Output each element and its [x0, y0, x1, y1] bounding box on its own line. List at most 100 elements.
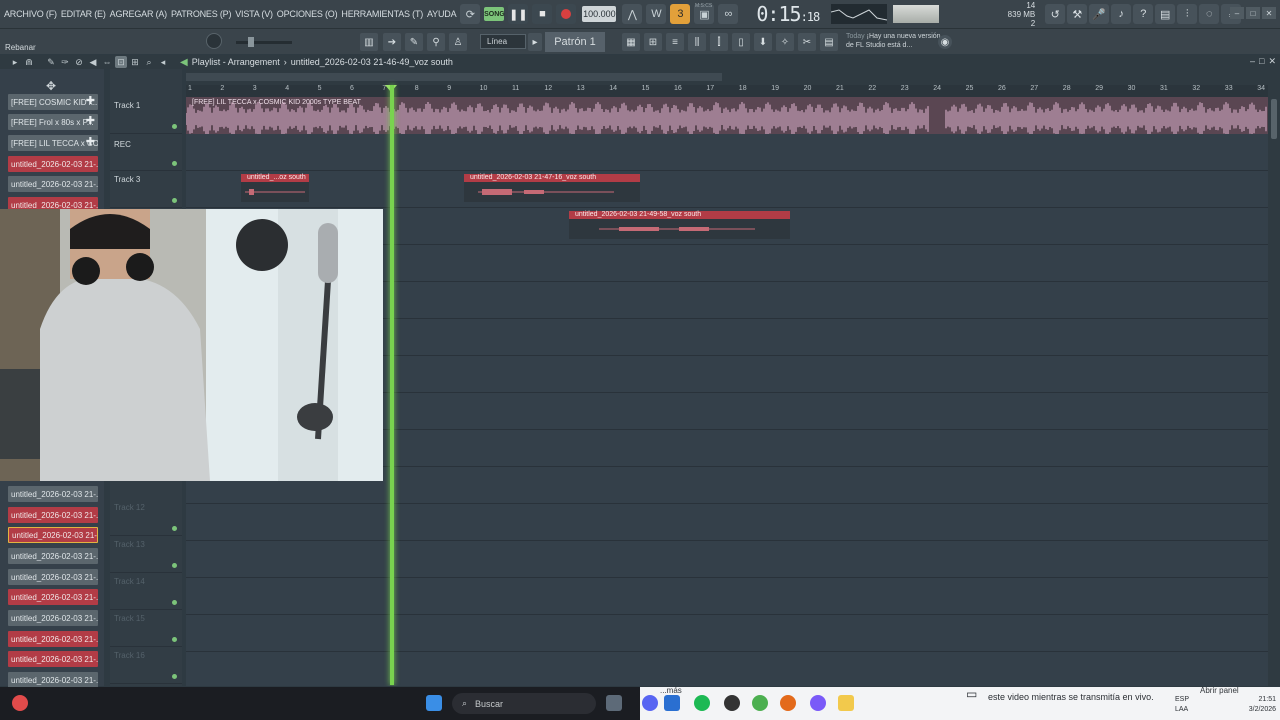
- track-lane[interactable]: [186, 578, 1268, 615]
- loop-icon[interactable]: ⟳: [460, 4, 481, 24]
- piano-icon[interactable]: ▥: [360, 33, 378, 51]
- file-icon[interactable]: ▯: [732, 33, 750, 51]
- picker-clip-1[interactable]: [FREE] Frol x 80s x P... ✚: [8, 114, 98, 130]
- store-icon[interactable]: [664, 695, 680, 711]
- taskbar-clock[interactable]: 21:51 3/2/2026: [1249, 695, 1276, 715]
- fl-studio-icon[interactable]: [724, 695, 740, 711]
- zoom-tool-icon[interactable]: ⌕: [143, 56, 155, 68]
- menu-editar[interactable]: EDITAR (E): [59, 9, 108, 19]
- windows-start-icon[interactable]: [426, 695, 442, 711]
- metronome-icon[interactable]: ⋀: [622, 4, 643, 24]
- time-display[interactable]: 0:15:18: [756, 2, 820, 26]
- link-icon[interactable]: ⚲: [427, 33, 445, 51]
- picker-clip-12[interactable]: untitled_2026-02-03 21-...: [8, 610, 98, 626]
- playback-tool-icon[interactable]: ◂: [157, 56, 169, 68]
- vocal-clip-2[interactable]: untitled_2026-02-03 21-47-16_voz south: [464, 174, 640, 202]
- track-enable-dot[interactable]: [172, 637, 177, 642]
- playlist-menu-icon[interactable]: ▸: [9, 56, 21, 68]
- plugin-picker-icon[interactable]: ⬇: [754, 33, 772, 51]
- vertical-scrollbar[interactable]: [1268, 69, 1280, 686]
- playlist-maximize-button[interactable]: □: [1259, 56, 1264, 67]
- open-panel-label[interactable]: Abrir panel: [1200, 686, 1239, 695]
- taskbar-search[interactable]: ⌕ Buscar: [452, 693, 596, 714]
- arrow-right-icon[interactable]: ➔: [383, 33, 401, 51]
- slip-tool-icon[interactable]: ⇔: [101, 56, 113, 68]
- picker-clip-10[interactable]: untitled_2026-02-03 21-...: [8, 569, 98, 585]
- picker-clip-0[interactable]: [FREE] COSMIC KID x... ✚: [8, 94, 98, 110]
- track-header-5[interactable]: Track 14: [110, 573, 182, 610]
- playlist-minimize-button[interactable]: –: [1250, 56, 1255, 67]
- picker-clip-11[interactable]: untitled_2026-02-03 21-...: [8, 589, 98, 605]
- pencil-icon[interactable]: ✎: [405, 33, 423, 51]
- folder-icon[interactable]: [838, 695, 854, 711]
- playhead[interactable]: [390, 85, 394, 685]
- slice-tool-icon[interactable]: ⊡: [115, 56, 127, 68]
- wait-icon[interactable]: W: [646, 4, 667, 24]
- task-view-icon[interactable]: [606, 695, 622, 711]
- picker-clip-2[interactable]: [FREE] LIL TECCA x CO... ✚: [8, 135, 98, 151]
- tempo-display[interactable]: 100.000: [582, 6, 617, 22]
- add-clip-icon[interactable]: ✚: [86, 114, 95, 127]
- track-lane[interactable]: [186, 171, 1268, 208]
- picker-clip-13[interactable]: untitled_2026-02-03 21-...: [8, 631, 98, 647]
- picker-clip-3[interactable]: untitled_2026-02-03 21-...: [8, 156, 98, 172]
- scrollbar-thumb[interactable]: [1271, 99, 1277, 139]
- weather-icon[interactable]: [12, 695, 28, 711]
- select-tool-icon[interactable]: ⊞: [129, 56, 141, 68]
- master-volume-slider[interactable]: [236, 41, 292, 44]
- track-lane[interactable]: [186, 134, 1268, 171]
- spotify-icon[interactable]: [694, 695, 710, 711]
- vocal-clip-1[interactable]: untitled_...oz south: [241, 174, 309, 202]
- picker-clip-8[interactable]: untitled_2026-02-03 21-...: [8, 527, 98, 543]
- vocal-clip-3[interactable]: untitled_2026-02-03 21-49-58_voz south: [569, 211, 790, 239]
- language-indicator[interactable]: ESP LAA: [1175, 695, 1189, 715]
- help-icon[interactable]: ?: [1133, 4, 1154, 24]
- overview-scroll-thumb[interactable]: [186, 73, 722, 81]
- picker-clip-4[interactable]: untitled_2026-02-03 21-...: [8, 176, 98, 192]
- stop-button[interactable]: ■: [532, 4, 553, 24]
- track-lane[interactable]: [186, 615, 1268, 652]
- mic-icon[interactable]: 🎤: [1089, 4, 1110, 24]
- tune-icon[interactable]: ✧: [776, 33, 794, 51]
- mixer-view-icon[interactable]: ⫼: [688, 33, 706, 51]
- minimize-button[interactable]: –: [1230, 7, 1244, 19]
- track-enable-dot[interactable]: [172, 161, 177, 166]
- browser-icon[interactable]: ⫿: [710, 33, 728, 51]
- stamp-icon[interactable]: ♙: [449, 33, 467, 51]
- picker-clip-15[interactable]: untitled_2026-02-03 21-...: [8, 672, 98, 688]
- track-enable-dot[interactable]: [172, 600, 177, 605]
- chrome-icon[interactable]: [752, 695, 768, 711]
- playlist-icon[interactable]: ▦: [622, 33, 640, 51]
- menu-herramientas[interactable]: HERRAMIENTAS (T): [339, 9, 425, 19]
- save-icon[interactable]: ▤: [1155, 4, 1176, 24]
- track-header-2[interactable]: Track 3: [110, 171, 182, 208]
- scissors-icon[interactable]: ✂: [798, 33, 816, 51]
- slider-thumb[interactable]: [248, 37, 254, 47]
- picker-clip-7[interactable]: untitled_2026-02-03 21-...: [8, 507, 98, 523]
- plugin-icon[interactable]: ♪: [1111, 4, 1132, 24]
- playlist-close-button[interactable]: ✕: [1268, 56, 1276, 67]
- browser-icon-2[interactable]: [810, 695, 826, 711]
- chat-bubble-icon[interactable]: ▭: [966, 687, 977, 701]
- mixer-icon[interactable]: ⚒: [1067, 4, 1088, 24]
- add-clip-icon[interactable]: ✚: [86, 94, 95, 107]
- channel-rack-icon[interactable]: ⊞: [644, 33, 662, 51]
- paint-tool-icon[interactable]: ✑: [59, 56, 71, 68]
- draw-tool-icon[interactable]: ✎: [45, 56, 57, 68]
- globe-icon[interactable]: ◉: [938, 35, 952, 49]
- menu-vista[interactable]: VISTA (V): [233, 9, 275, 19]
- mute-tool-icon[interactable]: ◀: [87, 56, 99, 68]
- track-enable-dot[interactable]: [172, 563, 177, 568]
- move-icon[interactable]: ✥: [46, 79, 56, 93]
- track-header-6[interactable]: Track 15: [110, 610, 182, 647]
- timeline-ruler[interactable]: 1 2 3 4 5 6 7 8 9 10 11 12 13 14 15 16 17 18 19 20 21 22 23 24 2…: [186, 85, 1268, 97]
- song-mode-toggle[interactable]: SONG: [484, 7, 505, 21]
- news-panel[interactable]: Today ¡Hay una nueva versión de FL Studi…: [846, 32, 942, 50]
- menu-archivo[interactable]: ARCHIVO (F): [2, 9, 59, 19]
- countdown-icon[interactable]: 3: [670, 4, 691, 24]
- discord-icon[interactable]: [642, 695, 658, 711]
- track-header-1[interactable]: REC: [110, 134, 182, 171]
- track-enable-dot[interactable]: [172, 674, 177, 679]
- close-button[interactable]: ✕: [1262, 7, 1276, 19]
- track-header-3[interactable]: Track 12: [110, 499, 182, 536]
